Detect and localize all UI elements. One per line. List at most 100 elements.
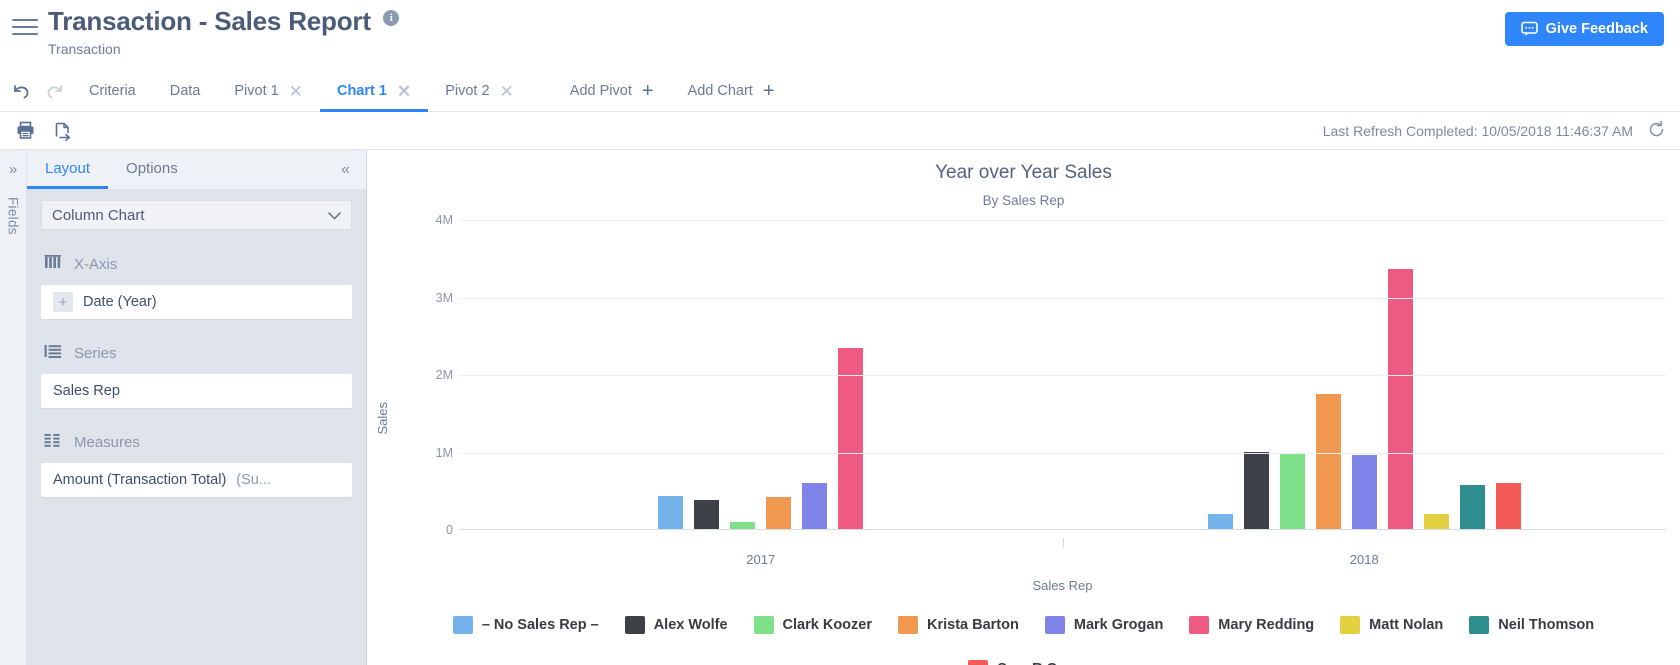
give-feedback-label: Give Feedback — [1546, 21, 1648, 37]
chart-subtitle: By Sales Rep — [367, 193, 1680, 208]
tab-data[interactable]: Data — [153, 73, 218, 112]
y-tick-label: 0 — [407, 523, 453, 537]
bar[interactable] — [1352, 455, 1377, 529]
chart-canvas: Year over Year Sales By Sales Rep Sales … — [367, 150, 1680, 665]
x-axis-line — [459, 529, 1666, 530]
bar[interactable] — [1496, 483, 1521, 530]
plus-icon[interactable]: + — [53, 292, 73, 312]
x-tick-label: 2017 — [746, 552, 775, 567]
y-tick-label: 1M — [407, 446, 453, 460]
close-icon[interactable]: ✕ — [289, 83, 303, 100]
comment-icon — [1521, 21, 1538, 37]
action-bar: Last Refresh Completed: 10/05/2018 11:46… — [0, 112, 1680, 150]
tab-label: Chart 1 — [337, 83, 387, 99]
tab-criteria[interactable]: Criteria — [72, 73, 153, 112]
collapse-panel-icon[interactable]: « — [325, 150, 366, 189]
legend-item[interactable]: Mary Redding — [1189, 616, 1314, 634]
field-series[interactable]: Sales Rep — [41, 374, 352, 408]
hamburger-icon[interactable] — [12, 16, 38, 38]
export-icon[interactable] — [44, 116, 82, 146]
fields-rail-label[interactable]: Fields — [6, 197, 21, 235]
field-measures[interactable]: Amount (Transaction Total) (Su... — [41, 463, 352, 497]
add-chart-button[interactable]: Add Chart + — [671, 73, 792, 112]
legend-swatch — [1045, 616, 1065, 634]
tab-pivot-2[interactable]: Pivot 2 ✕ — [428, 73, 531, 112]
plus-icon: + — [763, 81, 775, 101]
legend-label: Clark Koozer — [783, 617, 872, 633]
section-header-series: Series — [41, 343, 352, 364]
bar[interactable] — [802, 483, 827, 529]
legend-item[interactable]: Clark Koozer — [754, 616, 872, 634]
legend-label: Matt Nolan — [1369, 617, 1443, 633]
field-label: Date (Year) — [83, 294, 157, 310]
tab-options[interactable]: Options — [108, 150, 196, 189]
refresh-icon[interactable] — [1647, 120, 1666, 142]
legend-label: Mary Redding — [1218, 617, 1314, 633]
close-icon[interactable]: ✕ — [397, 83, 411, 100]
tab-layout[interactable]: Layout — [27, 150, 108, 189]
field-x-axis[interactable]: + Date (Year) — [41, 285, 352, 319]
chart-legend: – No Sales Rep – Alex Wolfe Clark Koozer Kr… — [367, 616, 1680, 665]
gridline — [459, 220, 1666, 221]
bar[interactable] — [1388, 269, 1413, 529]
panel-tab-bar: Layout Options « — [27, 150, 366, 190]
info-icon[interactable]: i — [383, 10, 399, 26]
x-tick-mark — [1063, 538, 1064, 547]
legend-item[interactable]: Krista Barton — [898, 616, 1019, 634]
bar[interactable] — [766, 497, 791, 529]
field-aggregation: (Su... — [236, 472, 271, 488]
x-axis-icon — [44, 254, 62, 275]
series-icon — [44, 343, 62, 364]
x-axis-title: Sales Rep — [459, 578, 1666, 593]
legend-label: Krista Barton — [927, 617, 1019, 633]
tab-layout-label: Layout — [45, 160, 90, 177]
y-tick-label: 2M — [407, 368, 453, 382]
undo-icon[interactable] — [4, 72, 38, 111]
tab-label: Data — [170, 83, 201, 99]
legend-label: – No Sales Rep – — [482, 617, 599, 633]
legend-swatch — [1340, 616, 1360, 634]
bar[interactable] — [658, 496, 683, 529]
x-axis-ticks: 20172018 — [459, 538, 1666, 572]
bar[interactable] — [1460, 485, 1485, 529]
section-label: Measures — [74, 434, 140, 451]
chart-type-select[interactable]: Column Chart — [41, 200, 352, 230]
expand-icon[interactable]: » — [9, 162, 17, 177]
legend-item[interactable]: Alex Wolfe — [625, 616, 728, 634]
bar[interactable] — [1208, 514, 1233, 529]
page-title: Transaction - Sales Report — [48, 6, 371, 37]
field-label: Sales Rep — [53, 383, 120, 399]
gridline — [459, 453, 1666, 454]
legend-item[interactable]: Neil Thomson — [1469, 616, 1594, 634]
tab-chart-1[interactable]: Chart 1 ✕ — [320, 73, 428, 112]
bar[interactable] — [1244, 452, 1269, 529]
bar[interactable] — [694, 500, 719, 529]
tab-pivot-1[interactable]: Pivot 1 ✕ — [217, 73, 320, 112]
plot-area — [459, 220, 1666, 530]
section-label: X-Axis — [74, 256, 117, 273]
print-icon[interactable] — [6, 116, 44, 146]
legend-item[interactable]: Sam R Cruz — [968, 660, 1078, 665]
body-area: » Fields Layout Options « Column Chart — [0, 150, 1680, 665]
redo-icon[interactable] — [38, 72, 72, 111]
close-icon[interactable]: ✕ — [500, 83, 514, 100]
tab-label: Criteria — [89, 83, 136, 99]
legend-item[interactable]: Mark Grogan — [1045, 616, 1163, 634]
tab-label: Pivot 2 — [445, 83, 489, 99]
legend-swatch — [968, 660, 988, 665]
bar[interactable] — [1316, 394, 1341, 529]
legend-item[interactable]: – No Sales Rep – — [453, 616, 599, 634]
y-tick-label: 3M — [407, 291, 453, 305]
legend-item[interactable]: Matt Nolan — [1340, 616, 1443, 634]
bar[interactable] — [1424, 514, 1449, 529]
bar[interactable] — [730, 522, 755, 529]
give-feedback-button[interactable]: Give Feedback — [1505, 12, 1664, 46]
add-pivot-button[interactable]: Add Pivot + — [553, 73, 671, 112]
bar[interactable] — [1280, 453, 1305, 529]
tab-spacer — [531, 72, 553, 111]
plot-wrapper: Sales 01M2M3M4M 20172018 Sales Rep – No … — [367, 212, 1680, 665]
legend-swatch — [898, 616, 918, 634]
field-label: Amount (Transaction Total) — [53, 472, 226, 488]
section-header-measures: Measures — [41, 432, 352, 453]
tab-options-label: Options — [126, 160, 178, 177]
